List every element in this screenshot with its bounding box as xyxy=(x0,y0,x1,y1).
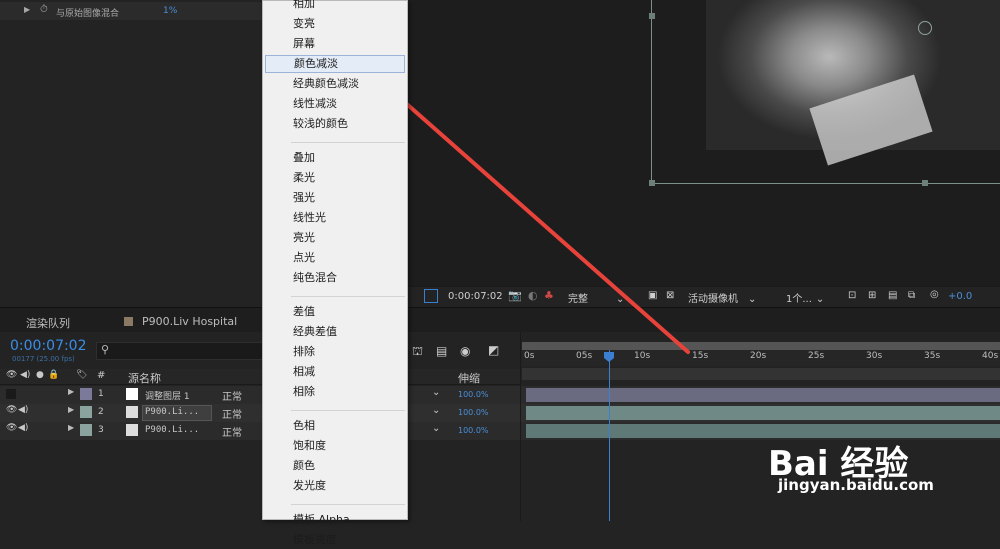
blend-mode-menu-item[interactable]: 色相 xyxy=(265,417,405,435)
blend-mode-menu-item[interactable]: 点光 xyxy=(265,249,405,267)
blend-mode-menu-item[interactable]: 叠加 xyxy=(265,149,405,167)
blend-mode-menu-item[interactable]: 差值 xyxy=(265,303,405,321)
blend-mode-menu-item[interactable]: 饱和度 xyxy=(265,437,405,455)
blend-mode-menu-item[interactable]: 较浅的颜色 xyxy=(265,115,405,133)
blend-mode-menu-item[interactable]: 颜色减淡 xyxy=(265,55,405,73)
menu-separator xyxy=(291,142,405,143)
blend-mode-menu-item[interactable]: 屏幕 xyxy=(265,35,405,53)
blend-mode-menu-item[interactable]: 亮光 xyxy=(265,229,405,247)
blend-mode-menu-item[interactable]: 模板亮度 xyxy=(265,531,405,549)
menu-separator xyxy=(291,296,405,297)
blend-mode-menu-item[interactable]: 相除 xyxy=(265,383,405,401)
blend-mode-menu-item[interactable]: 颜色 xyxy=(265,457,405,475)
blend-mode-menu-item[interactable]: 柔光 xyxy=(265,169,405,187)
blend-mode-menu: 相加变亮屏幕颜色减淡经典颜色减淡 线性减淡较浅的颜色叠加柔光强光线性光亮光点光纯色… xyxy=(262,0,408,546)
blend-mode-menu-item[interactable]: 强光 xyxy=(265,189,405,207)
blend-mode-menu-item[interactable]: 线性光 xyxy=(265,209,405,227)
menu-separator xyxy=(291,504,405,505)
menu-separator xyxy=(291,410,405,411)
blend-mode-menu-item[interactable]: 发光度 xyxy=(265,477,405,495)
blend-mode-menu-item[interactable]: 模板 Alpha xyxy=(265,511,405,529)
blend-mode-menu-item[interactable]: 变亮 xyxy=(265,15,405,33)
blend-mode-menu-item[interactable]: 相减 xyxy=(265,363,405,381)
blend-mode-menu-item[interactable]: 相加 xyxy=(265,0,405,13)
blend-mode-menu-item[interactable]: 经典颜色减淡 xyxy=(265,75,405,93)
blend-mode-menu-item[interactable]: 线性减淡 xyxy=(265,95,405,113)
blend-mode-menu-item[interactable]: 经典差值 xyxy=(265,323,405,341)
blend-mode-menu-item[interactable]: 排除 xyxy=(265,343,405,361)
blend-mode-menu-item[interactable]: 纯色混合 xyxy=(265,269,405,287)
watermark-url: jingyan.baidu.com xyxy=(778,476,934,494)
